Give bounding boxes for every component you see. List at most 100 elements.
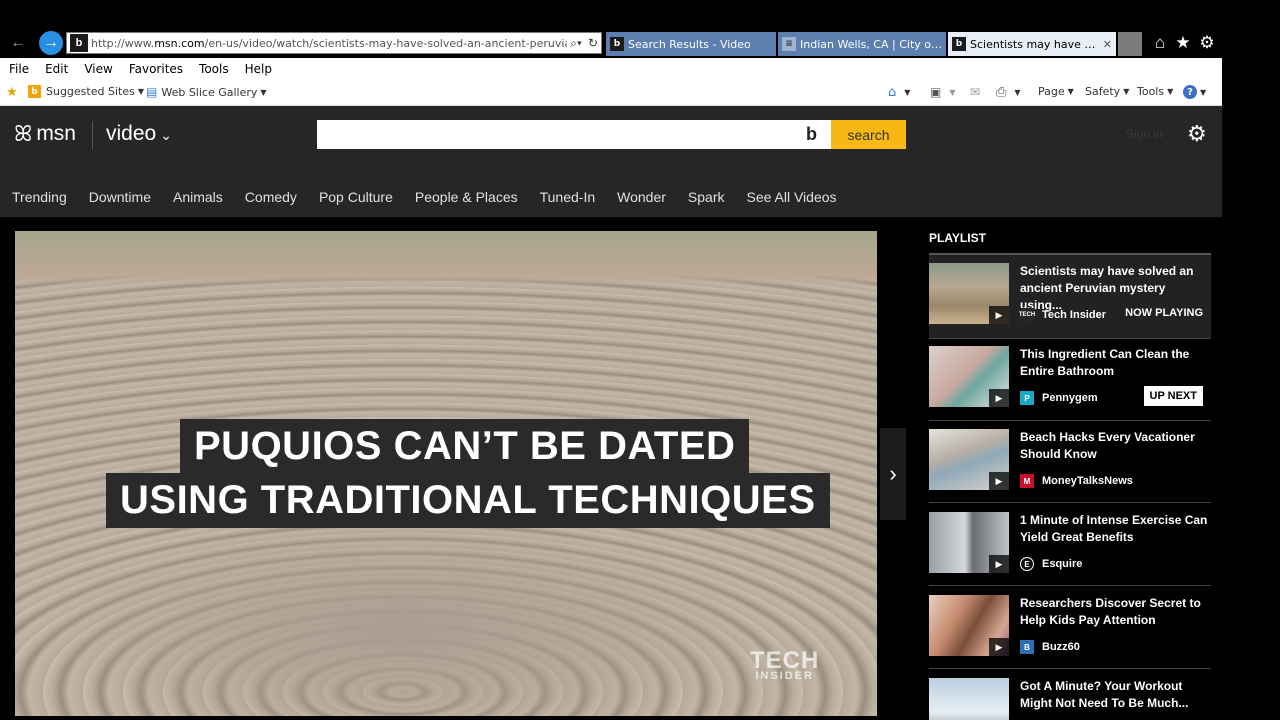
search-button[interactable]: search [831,120,906,149]
page-menu[interactable]: Page ▼ [1038,85,1074,98]
playlist-item-source: TECH Tech Insider [1019,308,1106,322]
video-thumbnail [929,678,1009,720]
playlist-item[interactable]: ▶ Beach Hacks Every Vacationer Should Kn… [929,421,1211,504]
esquire-icon: E [1020,557,1034,571]
back-arrow-icon[interactable]: ← [6,31,30,55]
menu-favorites[interactable]: Favorites [120,62,190,76]
playlist-item-source: P Pennygem [1020,391,1098,405]
nav-tuned-in[interactable]: Tuned-In [540,189,596,205]
favorites-star-icon[interactable]: ★ [1172,33,1194,53]
playlist-item-title: Beach Hacks Every Vacationer Should Know [1020,430,1195,461]
tab-label: Scientists may have solv... [970,37,1099,51]
video-frame-background [15,231,877,286]
url-text[interactable]: http://www.msn.com/en-us/video/watch/sci… [91,37,567,50]
playlist-separator [929,668,1211,669]
menu-file[interactable]: File [0,62,36,76]
address-bar[interactable]: b http://www.msn.com/en-us/video/watch/s… [66,32,602,54]
forward-arrow-icon[interactable]: → [39,31,63,55]
source-name: Pennygem [1042,392,1098,404]
msn-logo-text: msn [36,122,76,145]
nav-animals[interactable]: Animals [173,189,223,205]
chevron-down-icon: ⌄ [160,127,172,143]
play-icon: ▶ [989,555,1009,573]
menu-edit[interactable]: Edit [36,62,75,76]
nav-trending[interactable]: Trending [12,189,67,205]
playlist-separator [929,585,1211,586]
nav-wonder[interactable]: Wonder [617,189,666,205]
home-dropdown-icon[interactable]: ⌂ ▼ [888,85,910,100]
nav-downtime[interactable]: Downtime [89,189,151,205]
playlist-item[interactable]: ▶ Scientists may have solved an ancient … [929,255,1211,338]
tab-search-results[interactable]: b Search Results - Video [606,32,776,56]
chevron-down-icon: ▼ [1167,87,1174,96]
web-slice-gallery-label: Web Slice Gallery [161,85,258,99]
page-menu-label: Page [1038,85,1065,98]
tools-gear-icon[interactable]: ⚙ [1196,33,1218,53]
play-icon: ▶ [989,638,1009,656]
menu-view[interactable]: View [75,62,119,76]
watermark-line-1: TECH [750,647,820,674]
bing-logo-icon: b [806,124,817,144]
close-tab-icon[interactable]: ✕ [1103,38,1112,51]
playlist-item[interactable]: ▶ This Ingredient Can Clean the Entire B… [929,338,1211,421]
settings-gear-icon[interactable]: ⚙ [1187,121,1207,147]
suggested-sites-link[interactable]: b Suggested Sites ▼ [28,85,144,98]
mail-icon[interactable]: ✉ [970,85,980,99]
tech-insider-icon: TECH [1019,308,1035,322]
watermark-line-2: INSIDER [755,669,814,682]
nav-comedy[interactable]: Comedy [245,189,297,205]
tech-insider-watermark: TECH INSIDER [750,647,820,682]
tab-indian-wells[interactable]: ≡ Indian Wells, CA | City of In... [778,32,946,56]
nav-people-places[interactable]: People & Places [415,189,518,205]
playlist-item[interactable]: Got A Minute? Your Workout Might Not Nee… [929,670,1211,720]
bing-favicon-icon: b [952,37,966,51]
video-section-menu[interactable]: video ⌄ [106,122,172,146]
menu-tools[interactable]: Tools [190,62,236,76]
add-favorite-icon[interactable]: ★ [6,85,18,100]
playlist-item-title: Got A Minute? Your Workout Might Not Nee… [1020,679,1189,710]
video-category-nav: Trending Downtime Animals Comedy Pop Cul… [12,189,859,205]
pennygem-icon: P [1020,391,1034,405]
help-dropdown-icon[interactable]: ? ▼ [1183,85,1206,99]
sign-in-link[interactable]: Sign in [1126,127,1163,141]
web-slice-gallery-link[interactable]: ▤ Web Slice Gallery ▼ [146,85,267,99]
nav-pop-culture[interactable]: Pop Culture [319,189,393,205]
print-dropdown-icon[interactable]: ⎙ ▼ [996,85,1021,100]
search-dropdown-icon[interactable]: ⌕▾ [567,36,585,51]
tools-menu-label: Tools [1137,85,1165,98]
safety-menu[interactable]: Safety ▼ [1085,85,1129,98]
new-tab-button[interactable] [1118,32,1142,56]
video-caption-line-2: USING TRADITIONAL TECHNIQUES [106,473,830,528]
playlist-item[interactable]: ▶ Researchers Discover Secret to Help Ki… [929,587,1211,670]
play-icon: ▶ [989,306,1009,324]
refresh-icon[interactable]: ↻ [585,36,601,50]
up-next-badge[interactable]: UP NEXT [1143,386,1203,406]
playlist-item[interactable]: ▶ 1 Minute of Intense Exercise Can Yield… [929,504,1211,587]
nav-spark[interactable]: Spark [688,189,725,205]
playlist-heading: PLAYLIST [929,231,986,245]
playlist-item-source: E Esquire [1020,557,1082,571]
msn-logo[interactable]: ꕤ msn [14,121,76,147]
now-playing-badge: NOW PLAYING [1125,307,1203,319]
tab-label: Search Results - Video [628,37,751,51]
logo-divider [92,121,93,149]
page-favicon-icon: ≡ [782,37,796,51]
chevron-down-icon: ▼ [1067,87,1074,96]
source-name: Esquire [1042,558,1083,570]
nav-see-all-videos[interactable]: See All Videos [746,189,836,205]
bing-favicon-icon: b [28,85,41,98]
next-video-chevron-icon[interactable]: › [880,428,906,520]
url-path: /en-us/video/watch/scientists-may-have-s… [204,36,568,50]
favorites-bar: ★ b Suggested Sites ▼ ▤ Web Slice Gallery… [0,79,1222,106]
play-icon: ▶ [989,472,1009,490]
home-icon[interactable]: ⌂ [1149,33,1171,53]
playlist-item-title: This Ingredient Can Clean the Entire Bat… [1020,347,1190,378]
tools-menu[interactable]: Tools ▼ [1137,85,1173,98]
url-domain: msn.com [154,36,205,50]
search-input[interactable] [317,120,831,149]
menu-bar: File Edit View Favorites Tools Help [0,58,1222,79]
tab-scientists-active[interactable]: b Scientists may have solv... ✕ [948,32,1116,56]
feeds-dropdown-icon[interactable]: ▣ ▼ [930,85,956,99]
video-section-label: video [106,122,157,145]
menu-help[interactable]: Help [236,62,279,76]
